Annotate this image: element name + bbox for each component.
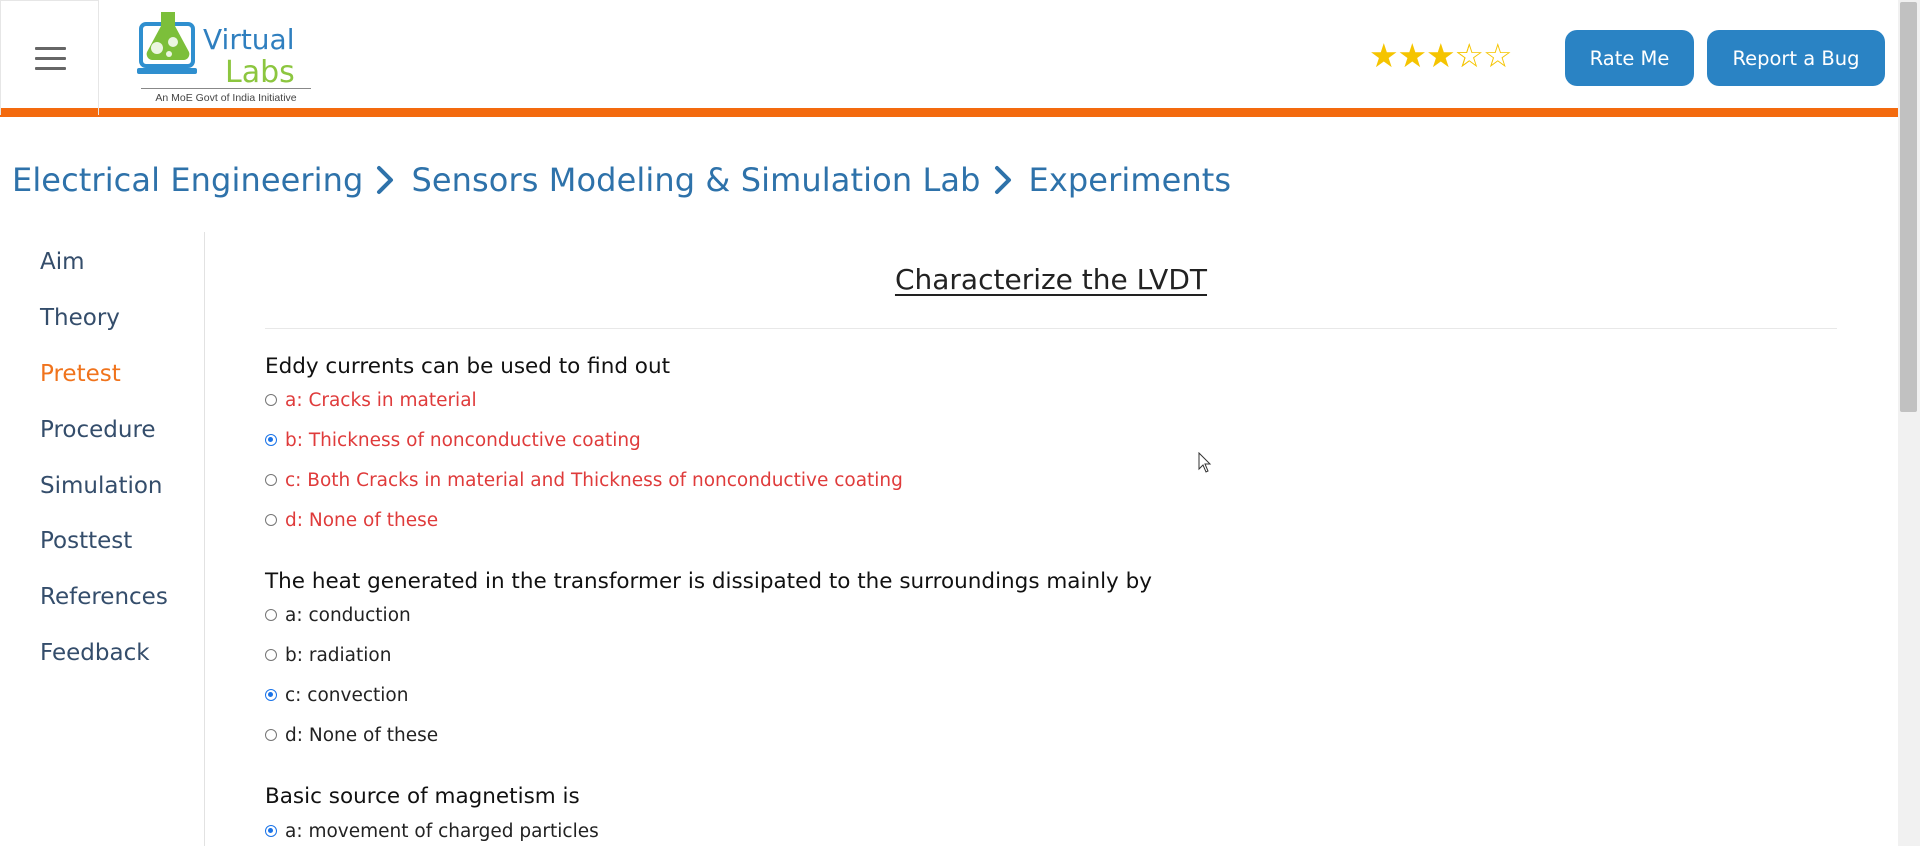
- svg-text:Virtual: Virtual: [203, 23, 295, 56]
- option-label: b: radiation: [285, 644, 392, 666]
- report-bug-button[interactable]: Report a Bug: [1707, 30, 1885, 86]
- title-divider: [265, 328, 1837, 329]
- question-text: Basic source of magnetism is: [265, 784, 580, 809]
- option-label: c: convection: [285, 684, 409, 706]
- option-label: b: Thickness of nonconductive coating: [285, 429, 641, 451]
- sidebar-item-theory[interactable]: Theory: [40, 305, 120, 331]
- radio-button-selected[interactable]: [265, 689, 277, 701]
- star-half-icon[interactable]: ★ ☆: [1455, 39, 1485, 73]
- question-text: The heat generated in the transformer is…: [265, 569, 1152, 594]
- breadcrumb: Electrical Engineering Sensors Modeling …: [12, 156, 1231, 204]
- sidebar-item-procedure[interactable]: Procedure: [40, 417, 156, 443]
- answer-option[interactable]: a: movement of charged particles: [265, 819, 599, 843]
- sidebar-item-posttest[interactable]: Posttest: [40, 528, 132, 554]
- question-text: Eddy currents can be used to find out: [265, 354, 671, 379]
- sidebar-item-pretest[interactable]: Pretest: [40, 361, 121, 387]
- answer-option[interactable]: b: Thickness of nonconductive coating: [265, 428, 641, 452]
- star-filled-icon[interactable]: ★: [1369, 39, 1399, 73]
- answer-option[interactable]: d: None of these: [265, 723, 438, 747]
- radio-button[interactable]: [265, 394, 277, 406]
- answer-option[interactable]: c: Both Cracks in material and Thickness…: [265, 468, 903, 492]
- radio-button[interactable]: [265, 609, 277, 621]
- rate-me-button[interactable]: Rate Me: [1565, 30, 1694, 86]
- top-header: Virtual Labs An MoE Govt of India Initia…: [0, 0, 1898, 117]
- option-label: d: None of these: [285, 509, 439, 531]
- page-title: Characterize the LVDT: [894, 263, 1208, 296]
- radio-button[interactable]: [265, 649, 277, 661]
- answer-option[interactable]: c: convection: [265, 683, 408, 707]
- sidebar-item-aim[interactable]: Aim: [40, 249, 85, 275]
- radio-button[interactable]: [265, 514, 277, 526]
- logo-divider: [141, 88, 311, 89]
- answer-option[interactable]: d: None of these: [265, 508, 438, 532]
- flask-gears-icon: Virtual Labs: [137, 12, 295, 90]
- sidebar-item-references[interactable]: References: [40, 584, 168, 610]
- breadcrumb-experiments[interactable]: Experiments: [1029, 161, 1232, 199]
- answer-option[interactable]: b: radiation: [265, 643, 391, 667]
- sidebar-item-simulation[interactable]: Simulation: [40, 473, 163, 499]
- virtual-labs-logo[interactable]: Virtual Labs An MoE Govt of India Initia…: [135, 8, 335, 106]
- radio-button-selected[interactable]: [265, 434, 277, 446]
- chevron-right-icon: [994, 166, 1011, 194]
- page-scrollbar[interactable]: [1898, 0, 1920, 846]
- option-label: d: None of these: [285, 724, 439, 746]
- hamburger-icon-bar: [35, 57, 66, 60]
- star-filled-icon[interactable]: ★: [1426, 39, 1456, 73]
- radio-button[interactable]: [265, 474, 277, 486]
- scrollbar-thumb[interactable]: [1900, 2, 1917, 412]
- menu-button[interactable]: [0, 0, 99, 115]
- option-label: a: Cracks in material: [285, 389, 477, 411]
- breadcrumb-lab[interactable]: Sensors Modeling & Simulation Lab: [411, 161, 980, 199]
- star-rating[interactable]: ★ ★ ★ ★ ☆ ☆: [1369, 39, 1513, 73]
- radio-button[interactable]: [265, 729, 277, 741]
- answer-option[interactable]: a: conduction: [265, 603, 411, 627]
- experiment-sidebar: Aim Theory Pretest Procedure Simulation …: [0, 232, 205, 846]
- chevron-right-icon: [377, 166, 394, 194]
- option-label: a: conduction: [285, 604, 411, 626]
- radio-button-selected[interactable]: [265, 825, 277, 837]
- answer-option[interactable]: a: Cracks in material: [265, 388, 477, 412]
- option-label: c: Both Cracks in material and Thickness…: [285, 469, 903, 491]
- logo-tagline: An MoE Govt of India Initiative: [155, 92, 297, 104]
- sidebar-item-feedback[interactable]: Feedback: [40, 640, 150, 666]
- star-filled-icon[interactable]: ★: [1398, 39, 1428, 73]
- breadcrumb-electrical-engineering[interactable]: Electrical Engineering: [12, 161, 363, 199]
- svg-text:Labs: Labs: [225, 55, 295, 90]
- star-empty-icon[interactable]: ☆: [1483, 39, 1513, 73]
- option-label: a: movement of charged particles: [285, 820, 599, 842]
- mouse-pointer-icon: [1198, 452, 1212, 473]
- hamburger-icon: [35, 47, 66, 50]
- hamburger-icon-bar: [35, 67, 66, 70]
